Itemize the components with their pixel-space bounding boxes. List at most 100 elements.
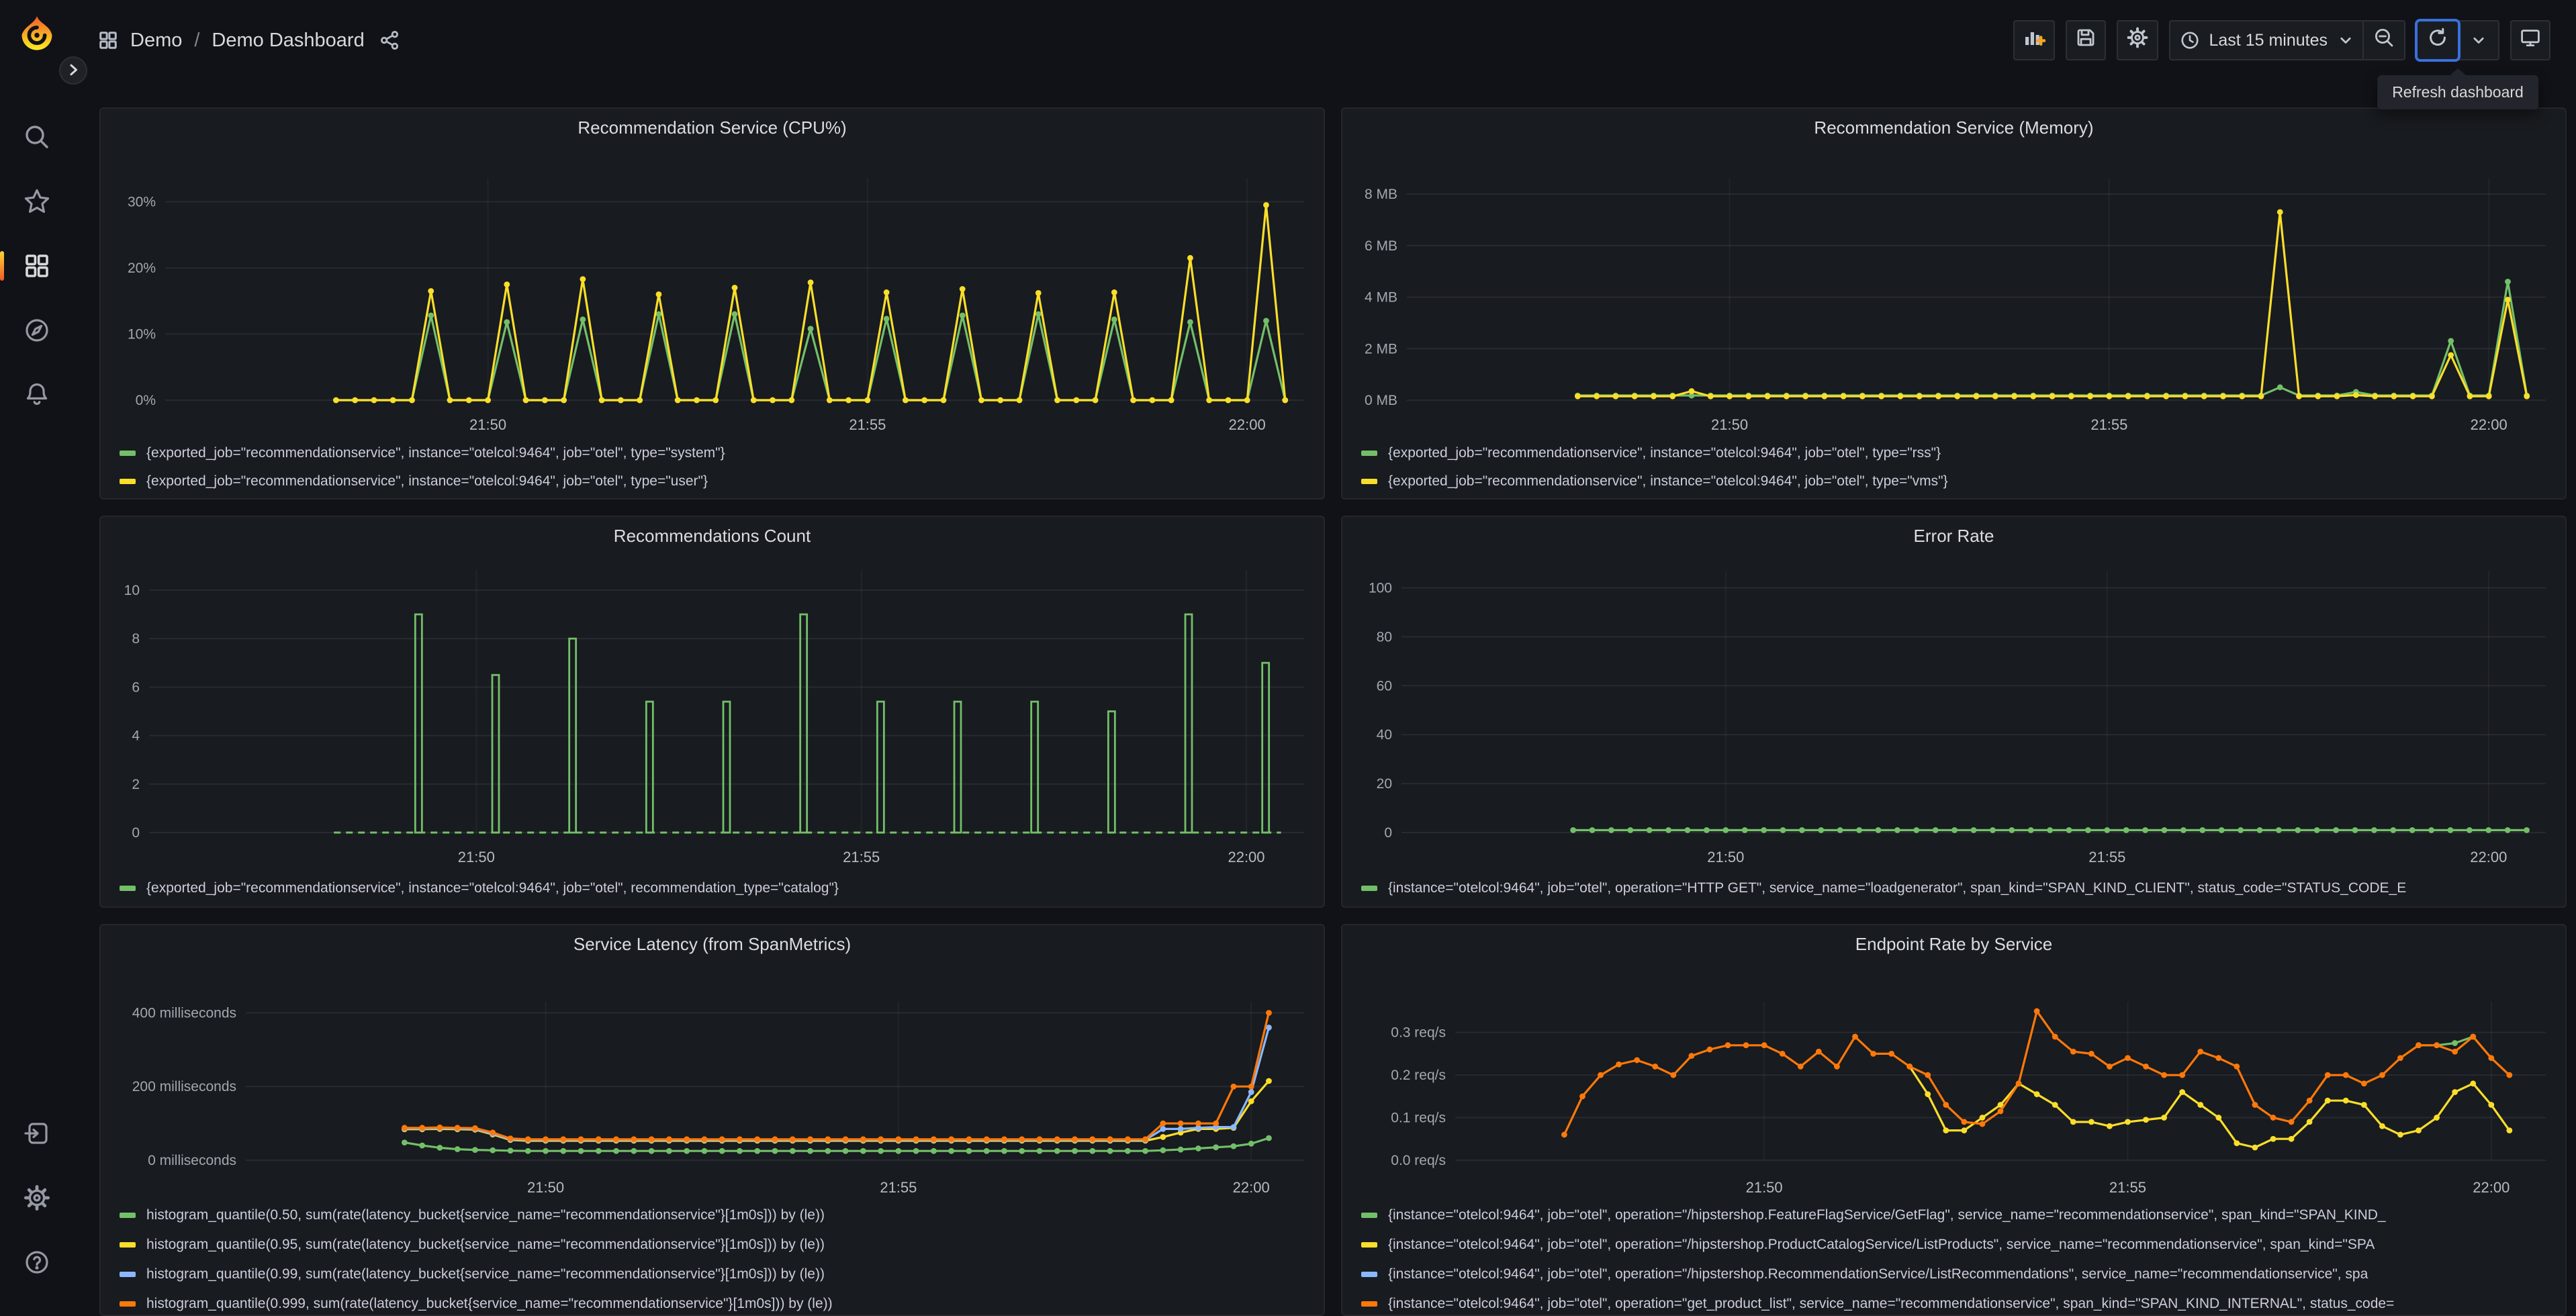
time-series-chart[interactable]: 0% 10% 20% 30% 21:50 21:55 22:00 (111, 146, 1315, 439)
x-axis-label: 21:50 (1746, 1179, 1783, 1196)
time-range-picker[interactable]: Last 15 minutes (2170, 21, 2363, 59)
legend-item[interactable]: {exported_job="recommendationservice", i… (120, 439, 1324, 467)
sidebar-item-help[interactable] (0, 1230, 74, 1295)
panel-title[interactable]: Recommendations Count (101, 517, 1324, 555)
sidebar-item-alerting[interactable] (0, 363, 74, 427)
sidebar-item-search[interactable] (0, 105, 74, 169)
legend-label: {exported_job="recommendationservice", i… (146, 445, 725, 461)
panel-legend: histogram_quantile(0.50, sum(rate(latenc… (101, 1201, 1324, 1315)
sidebar-expand-button[interactable] (59, 56, 87, 85)
time-series-chart[interactable]: 0.0 req/s 0.1 req/s 0.2 req/s 0.3 req/s 21:5… (1353, 961, 2557, 1201)
sidebar-item-explore[interactable] (0, 298, 74, 363)
y-axis-label: 10% (128, 326, 156, 342)
bar (414, 613, 423, 834)
panel-title[interactable]: Endpoint Rate by Service (1342, 925, 2565, 961)
add-panel-button[interactable] (2013, 20, 2055, 60)
sidebar-item-settings[interactable] (0, 1166, 74, 1230)
share-dashboard-button[interactable] (379, 30, 400, 50)
y-axis-label: 0.1 req/s (1391, 1111, 1446, 1126)
panel-title[interactable]: Recommendation Service (CPU%) (101, 109, 1324, 146)
legend-label: {exported_job="recommendationservice", i… (1388, 473, 1948, 489)
clock-icon (2180, 30, 2200, 50)
x-axis-label: 21:55 (2088, 849, 2125, 865)
breadcrumb-dashboard-title[interactable]: Demo Dashboard (212, 30, 364, 52)
panel-endpoint-rate: Endpoint Rate by Service 0.0 req/s 0.1 re… (1341, 924, 2567, 1316)
breadcrumb-folder[interactable]: Demo (130, 30, 182, 52)
legend-label: histogram_quantile(0.999, sum(rate(laten… (146, 1296, 833, 1312)
legend-item[interactable]: {instance="otelcol:9464", job="otel", op… (1361, 1230, 2565, 1260)
legend-label: {instance="otelcol:9464", job="otel", op… (1388, 880, 2407, 896)
x-axis-label: 21:55 (843, 849, 880, 865)
y-axis-label: 200 milliseconds (132, 1079, 236, 1094)
save-dashboard-button[interactable] (2065, 20, 2106, 60)
panel-title[interactable]: Error Rate (1342, 517, 2565, 555)
sidebar-item-sign-in[interactable] (0, 1101, 74, 1166)
legend-item[interactable]: {exported_job="recommendationservice", i… (1361, 467, 2565, 496)
series-line (404, 1080, 1270, 1142)
legend-item[interactable]: histogram_quantile(0.999, sum(rate(laten… (120, 1289, 1324, 1315)
sidebar-item-dashboards[interactable] (0, 234, 74, 298)
bar (1107, 710, 1116, 834)
time-series-chart[interactable]: 0 20 40 60 80 100 21:50 21:55 22:00 (1353, 555, 2557, 874)
legend-item[interactable]: {exported_job="recommendationservice", i… (1361, 439, 2565, 467)
series-line (336, 203, 1287, 402)
time-series-chart[interactable]: 0 MB 2 MB 4 MB 6 MB 8 MB 21:50 21:55 22:00 (1353, 146, 2557, 439)
legend-swatch (120, 1272, 136, 1278)
refresh-interval-dropdown[interactable] (2458, 21, 2498, 59)
panel-title[interactable]: Service Latency (from SpanMetrics) (101, 925, 1324, 961)
panel-legend: {exported_job="recommendationservice", i… (101, 874, 1324, 902)
y-axis-label: 0% (136, 393, 156, 408)
legend-item[interactable]: {exported_job="recommendationservice", i… (120, 874, 1324, 902)
x-axis-label: 21:55 (2090, 416, 2127, 433)
legend-swatch (1361, 886, 1377, 891)
apps-grid-icon (98, 30, 118, 50)
legend-item[interactable]: histogram_quantile(0.50, sum(rate(latenc… (120, 1201, 1324, 1230)
y-axis-label: 20 (1377, 776, 1392, 792)
bar-chart[interactable]: 0 2 4 6 8 10 21:50 21:55 22:00 (111, 555, 1315, 874)
chevron-down-icon (2338, 33, 2353, 48)
sidebar-item-starred[interactable] (0, 169, 74, 234)
y-axis-label: 2 (132, 777, 140, 792)
time-series-chart[interactable]: 0 milliseconds 200 milliseconds 400 millis… (111, 961, 1315, 1201)
dashboard-settings-button[interactable] (2116, 20, 2158, 60)
legend-label: {exported_job="recommendationservice", i… (1388, 445, 1941, 461)
legend-item[interactable]: {exported_job="recommendationservice", i… (120, 467, 1324, 496)
y-axis-label: 0 (132, 825, 140, 841)
bar (799, 613, 809, 834)
series-p99 (402, 1025, 1272, 1143)
legend-item[interactable]: {instance="otelcol:9464", job="otel", op… (1361, 874, 2565, 902)
y-axis-label: 0 MB (1365, 393, 1397, 408)
y-axis-label: 8 (132, 631, 140, 647)
legend-item[interactable]: histogram_quantile(0.99, sum(rate(latenc… (120, 1260, 1324, 1289)
x-axis-label: 22:00 (1228, 849, 1264, 865)
zoom-out-time-button[interactable] (2362, 21, 2404, 59)
legend-swatch (120, 1213, 136, 1219)
legend-label: {instance="otelcol:9464", job="otel", op… (1388, 1207, 2386, 1223)
magnifier-minus-icon (2373, 27, 2395, 54)
bar (1184, 613, 1193, 834)
refresh-dashboard-button[interactable] (2418, 21, 2458, 59)
legend-item[interactable]: {instance="otelcol:9464", job="otel", op… (1361, 1260, 2565, 1289)
bell-icon (23, 381, 51, 409)
y-axis-label: 4 MB (1365, 290, 1397, 306)
legend-swatch (1361, 1242, 1377, 1248)
toolbar: Last 15 minutes Refresh dashboard (2013, 20, 2550, 109)
time-picker-group: Last 15 minutes (2168, 20, 2405, 60)
time-range-label: Last 15 minutes (2209, 30, 2328, 50)
legend-label: {instance="otelcol:9464", job="otel", op… (1388, 1237, 2375, 1253)
legend-label: histogram_quantile(0.99, sum(rate(latenc… (146, 1266, 825, 1282)
bar (722, 700, 731, 834)
x-axis-label: 21:55 (880, 1179, 917, 1196)
legend-item[interactable]: histogram_quantile(0.95, sum(rate(latenc… (120, 1230, 1324, 1260)
legend-item[interactable]: {instance="otelcol:9464", job="otel", op… (1361, 1289, 2565, 1315)
x-axis-label: 22:00 (2471, 416, 2508, 433)
y-axis-label: 4 (132, 728, 140, 744)
cycle-view-mode-button[interactable] (2510, 20, 2550, 60)
breadcrumb: Demo / Demo Dashboard (98, 30, 400, 52)
x-axis-label: 22:00 (2470, 849, 2507, 865)
legend-label: {instance="otelcol:9464", job="otel", op… (1388, 1296, 2395, 1312)
legend-swatch (1361, 1213, 1377, 1219)
panel-title[interactable]: Recommendation Service (Memory) (1342, 109, 2565, 146)
legend-item[interactable]: {instance="otelcol:9464", job="otel", op… (1361, 1201, 2565, 1230)
bar (491, 673, 500, 834)
